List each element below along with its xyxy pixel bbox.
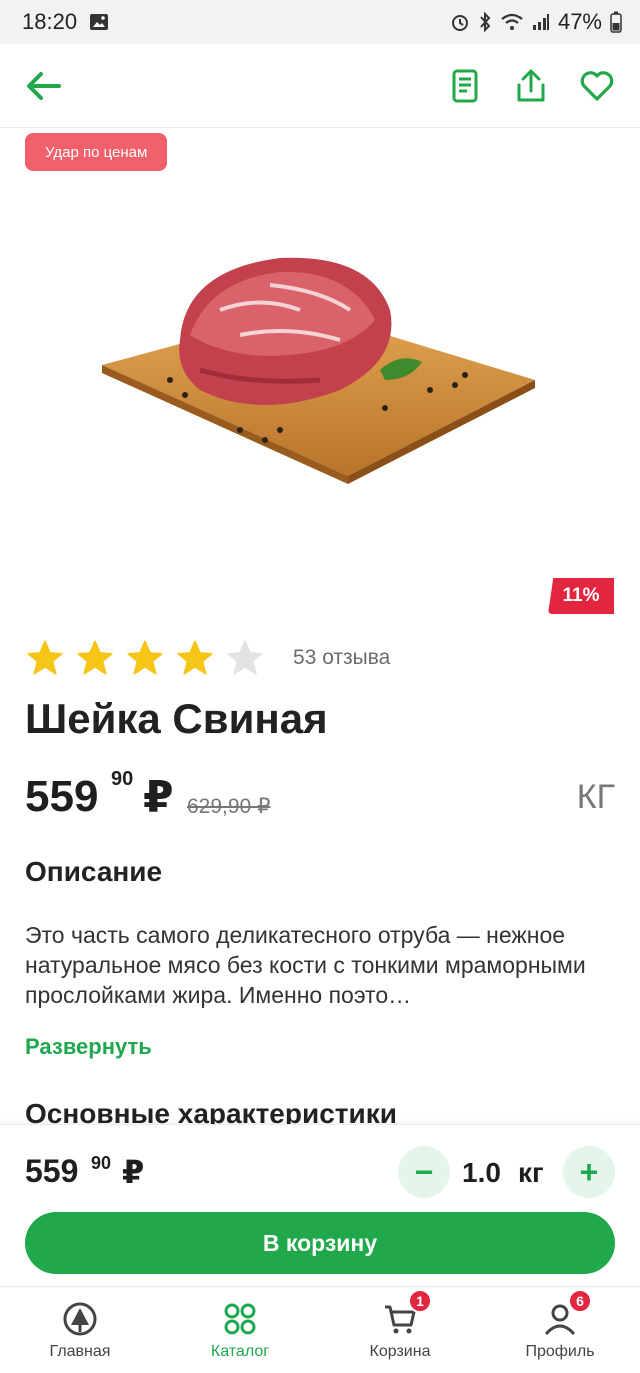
add-to-cart-button[interactable]: В корзину bbox=[25, 1212, 615, 1274]
star-icon bbox=[177, 640, 213, 675]
panel-price-main: 559 bbox=[25, 1153, 79, 1189]
receipt-button[interactable] bbox=[446, 67, 484, 105]
gallery-notification-icon bbox=[89, 13, 109, 31]
reviews-count[interactable]: 53 отзыва bbox=[293, 646, 390, 670]
nav-item-cart[interactable]: 1 Корзина bbox=[320, 1287, 480, 1373]
quantity-value: 1.0 bbox=[462, 1157, 501, 1188]
share-icon bbox=[517, 69, 545, 101]
nav-item-profile[interactable]: 6 Профиль bbox=[480, 1287, 640, 1373]
discount-badge: 11% bbox=[548, 578, 614, 614]
status-bar: 18:20 47% bbox=[0, 0, 640, 44]
minus-icon: − bbox=[414, 1153, 434, 1190]
quantity-minus-button[interactable]: − bbox=[398, 1146, 450, 1198]
nav-label-home: Главная bbox=[49, 1343, 111, 1360]
price-main: 559 bbox=[25, 772, 99, 821]
bluetooth-icon bbox=[478, 12, 492, 32]
battery-icon bbox=[610, 11, 622, 33]
product-title: Шейка Свиная bbox=[25, 695, 328, 742]
plus-icon: + bbox=[579, 1153, 599, 1190]
specs-title: Основные характеристики bbox=[25, 1098, 397, 1124]
price-currency: ₽ bbox=[143, 773, 174, 822]
quantity-unit: кг bbox=[518, 1157, 544, 1188]
status-time: 18:20 bbox=[22, 9, 78, 34]
buy-panel: 559 90 ₽ − 1.0 кг + В корзину bbox=[0, 1124, 640, 1286]
top-nav bbox=[0, 44, 640, 128]
star-icon bbox=[127, 640, 163, 675]
catalog-grid-icon bbox=[224, 1303, 256, 1335]
share-button[interactable] bbox=[512, 67, 550, 105]
heart-icon bbox=[580, 70, 614, 101]
nav-label-catalog: Каталог bbox=[210, 1343, 270, 1360]
star-empty-icon bbox=[227, 640, 263, 675]
home-logo-icon bbox=[63, 1302, 97, 1336]
signal-icon bbox=[532, 13, 550, 31]
expand-link[interactable]: Развернуть bbox=[25, 1034, 152, 1060]
unit-label: КГ bbox=[576, 778, 615, 816]
quantity-plus-button[interactable]: + bbox=[563, 1146, 615, 1198]
description-title: Описание bbox=[25, 856, 163, 887]
wifi-icon bbox=[500, 13, 524, 31]
panel-price-currency: ₽ bbox=[122, 1154, 145, 1190]
nav-item-home[interactable]: Главная bbox=[0, 1287, 160, 1373]
rating[interactable]: 53 отзыва bbox=[25, 638, 390, 678]
receipt-icon bbox=[452, 69, 478, 102]
back-button[interactable] bbox=[24, 67, 62, 105]
nav-label-profile: Профиль bbox=[525, 1343, 595, 1360]
price-kopecks: 90 bbox=[111, 768, 134, 790]
nav-item-catalog[interactable]: Каталог bbox=[160, 1287, 320, 1373]
favorite-button[interactable] bbox=[578, 67, 616, 105]
star-icon bbox=[77, 640, 113, 675]
promo-badge: Удар по ценам bbox=[25, 133, 168, 171]
price-row: 559 90 ₽ 629,90 ₽ КГ bbox=[25, 768, 615, 828]
product-image[interactable] bbox=[90, 240, 550, 490]
profile-badge: 6 bbox=[568, 1289, 592, 1313]
star-icon bbox=[27, 640, 63, 675]
battery-level: 47% bbox=[557, 9, 602, 34]
arrow-left-icon bbox=[27, 71, 61, 100]
description-text: Это часть самого деликатесного отруба — … bbox=[25, 922, 586, 1008]
nav-label-cart: Корзина bbox=[369, 1343, 431, 1360]
panel-price-kopecks: 90 bbox=[91, 1153, 112, 1173]
cart-badge: 1 bbox=[408, 1289, 432, 1313]
bottom-nav: Главная Каталог 1 Корзина 6 Профиль bbox=[0, 1286, 640, 1373]
alarm-icon bbox=[450, 12, 470, 32]
old-price: 629,90 ₽ bbox=[187, 795, 271, 818]
